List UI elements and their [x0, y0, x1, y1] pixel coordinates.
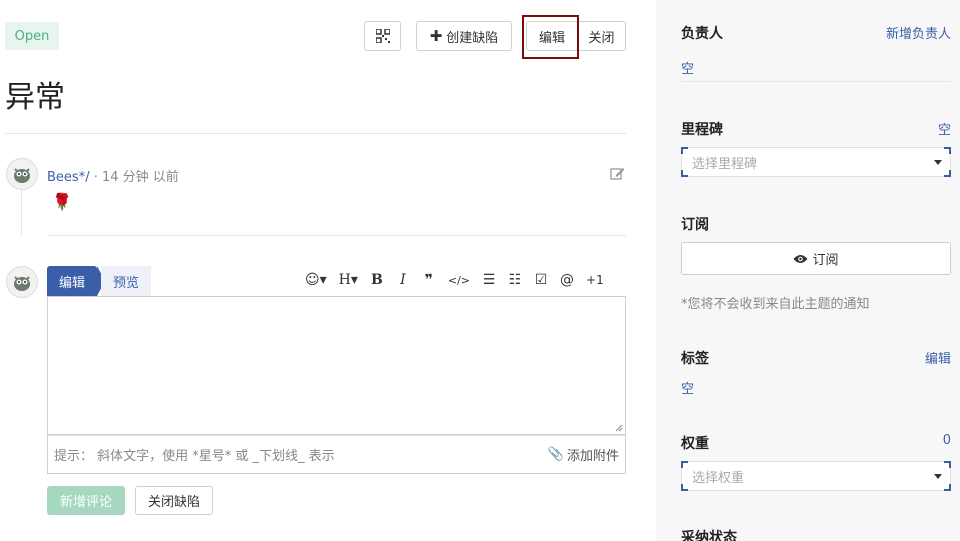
caret-down-icon [934, 474, 942, 479]
comment-divider [47, 235, 626, 236]
qrcode-icon [375, 29, 390, 43]
milestone-placeholder: 选择里程碑 [692, 156, 758, 172]
subscribe-note: *您将不会收到来自此主题的通知 [681, 297, 870, 312]
status-badge: Open [5, 22, 59, 50]
paperclip-icon: 📎 [547, 447, 564, 462]
quote-icon[interactable]: ❞ [422, 270, 436, 290]
attach-file-button[interactable]: 📎 添加附件 [548, 445, 619, 464]
owl-avatar-icon [14, 276, 30, 291]
comment-time: 14 分钟 以前 [101, 170, 179, 185]
heading-icon[interactable]: H▾ [339, 270, 358, 290]
thumbs-up-icon[interactable]: +1 [586, 270, 604, 290]
numbered-list-icon[interactable]: ☷ [508, 270, 522, 290]
issue-sidebar: 负责人 新增负责人 空 里程碑 空 选择里程碑 订阅 订阅 *您将不会收到来自此… [656, 0, 960, 541]
tab-edit[interactable]: 编辑 [47, 266, 105, 296]
editor-toolbar: ☺▾ H▾ B I ❞ </> ☰ ☷ ☑ @ +1 [305, 270, 604, 290]
milestone-select[interactable]: 选择里程碑 [681, 147, 951, 177]
code-icon[interactable]: </> [448, 270, 470, 290]
title-divider [5, 133, 626, 134]
close-bug-button[interactable]: 关闭缺陷 [135, 486, 213, 515]
comment-body: 🌹 [52, 192, 72, 211]
add-assignee-link[interactable]: 新增负责人 [886, 23, 951, 42]
assignee-divider [681, 81, 951, 82]
comment-author-link[interactable]: Bees*/ [47, 170, 90, 185]
current-user-avatar [6, 266, 38, 298]
caret-down-icon [934, 160, 942, 165]
eye-icon [793, 254, 808, 263]
assignee-value: 空 [681, 62, 695, 77]
subscribe-label: 订阅 [681, 217, 709, 233]
comment-meta: Bees*/ · 14 分钟 以前 [47, 166, 179, 185]
comment-separator: · [89, 170, 102, 185]
emoji-icon[interactable]: ☺▾ [305, 270, 327, 290]
weight-select[interactable]: 选择权重 [681, 461, 951, 491]
subscribe-button-label: 订阅 [812, 253, 839, 268]
create-bug-label: 创建缺陷 [446, 30, 499, 46]
task-list-icon[interactable]: ☑ [534, 270, 548, 290]
weight-placeholder: 选择权重 [692, 470, 745, 486]
weight-label: 权重 [681, 436, 709, 452]
tab-preview[interactable]: 预览 [101, 266, 151, 296]
plus-icon: ✚ [429, 27, 443, 45]
add-comment-button[interactable]: 新增评论 [47, 486, 125, 515]
owl-avatar-icon [14, 168, 30, 183]
attach-file-label: 添加附件 [566, 449, 619, 464]
edit-button[interactable]: 编辑 [526, 21, 578, 51]
adopt-status-label: 采纳状态 [681, 530, 737, 541]
milestone-value[interactable]: 空 [938, 119, 951, 138]
weight-value: 0 [942, 433, 951, 448]
subscribe-button[interactable]: 订阅 [681, 242, 951, 275]
tags-value: 空 [681, 382, 695, 397]
markdown-hint: 提示： 斜体文字，使用 *星号* 或 _下划线_ 表示 [54, 449, 335, 464]
italic-icon[interactable]: I [396, 270, 410, 290]
bold-icon[interactable]: B [370, 270, 384, 290]
close-button[interactable]: 关闭 [577, 21, 626, 51]
resize-grip-icon[interactable] [615, 424, 623, 432]
assignee-label: 负责人 [681, 26, 723, 42]
issue-page: Open ✚ 创建缺陷 编辑 关闭 异常 Bees*/ · 14 分钟 以前 🌹… [0, 0, 960, 541]
page-title: 异常 [5, 80, 65, 115]
milestone-label: 里程碑 [681, 122, 723, 138]
tags-label: 标签 [681, 351, 709, 367]
mention-icon[interactable]: @ [560, 270, 574, 290]
qrcode-button[interactable] [364, 21, 401, 51]
comment-edit-button[interactable] [610, 166, 625, 184]
tags-edit-link[interactable]: 编辑 [925, 348, 951, 367]
avatar[interactable] [6, 158, 38, 190]
edit-pencil-icon [610, 168, 625, 180]
comment-textarea[interactable] [47, 296, 626, 435]
timeline-line [21, 190, 22, 235]
bullet-list-icon[interactable]: ☰ [482, 270, 496, 290]
editor-hint-bar: 提示： 斜体文字，使用 *星号* 或 _下划线_ 表示 📎 添加附件 [47, 435, 626, 474]
create-bug-button[interactable]: ✚ 创建缺陷 [416, 21, 512, 51]
